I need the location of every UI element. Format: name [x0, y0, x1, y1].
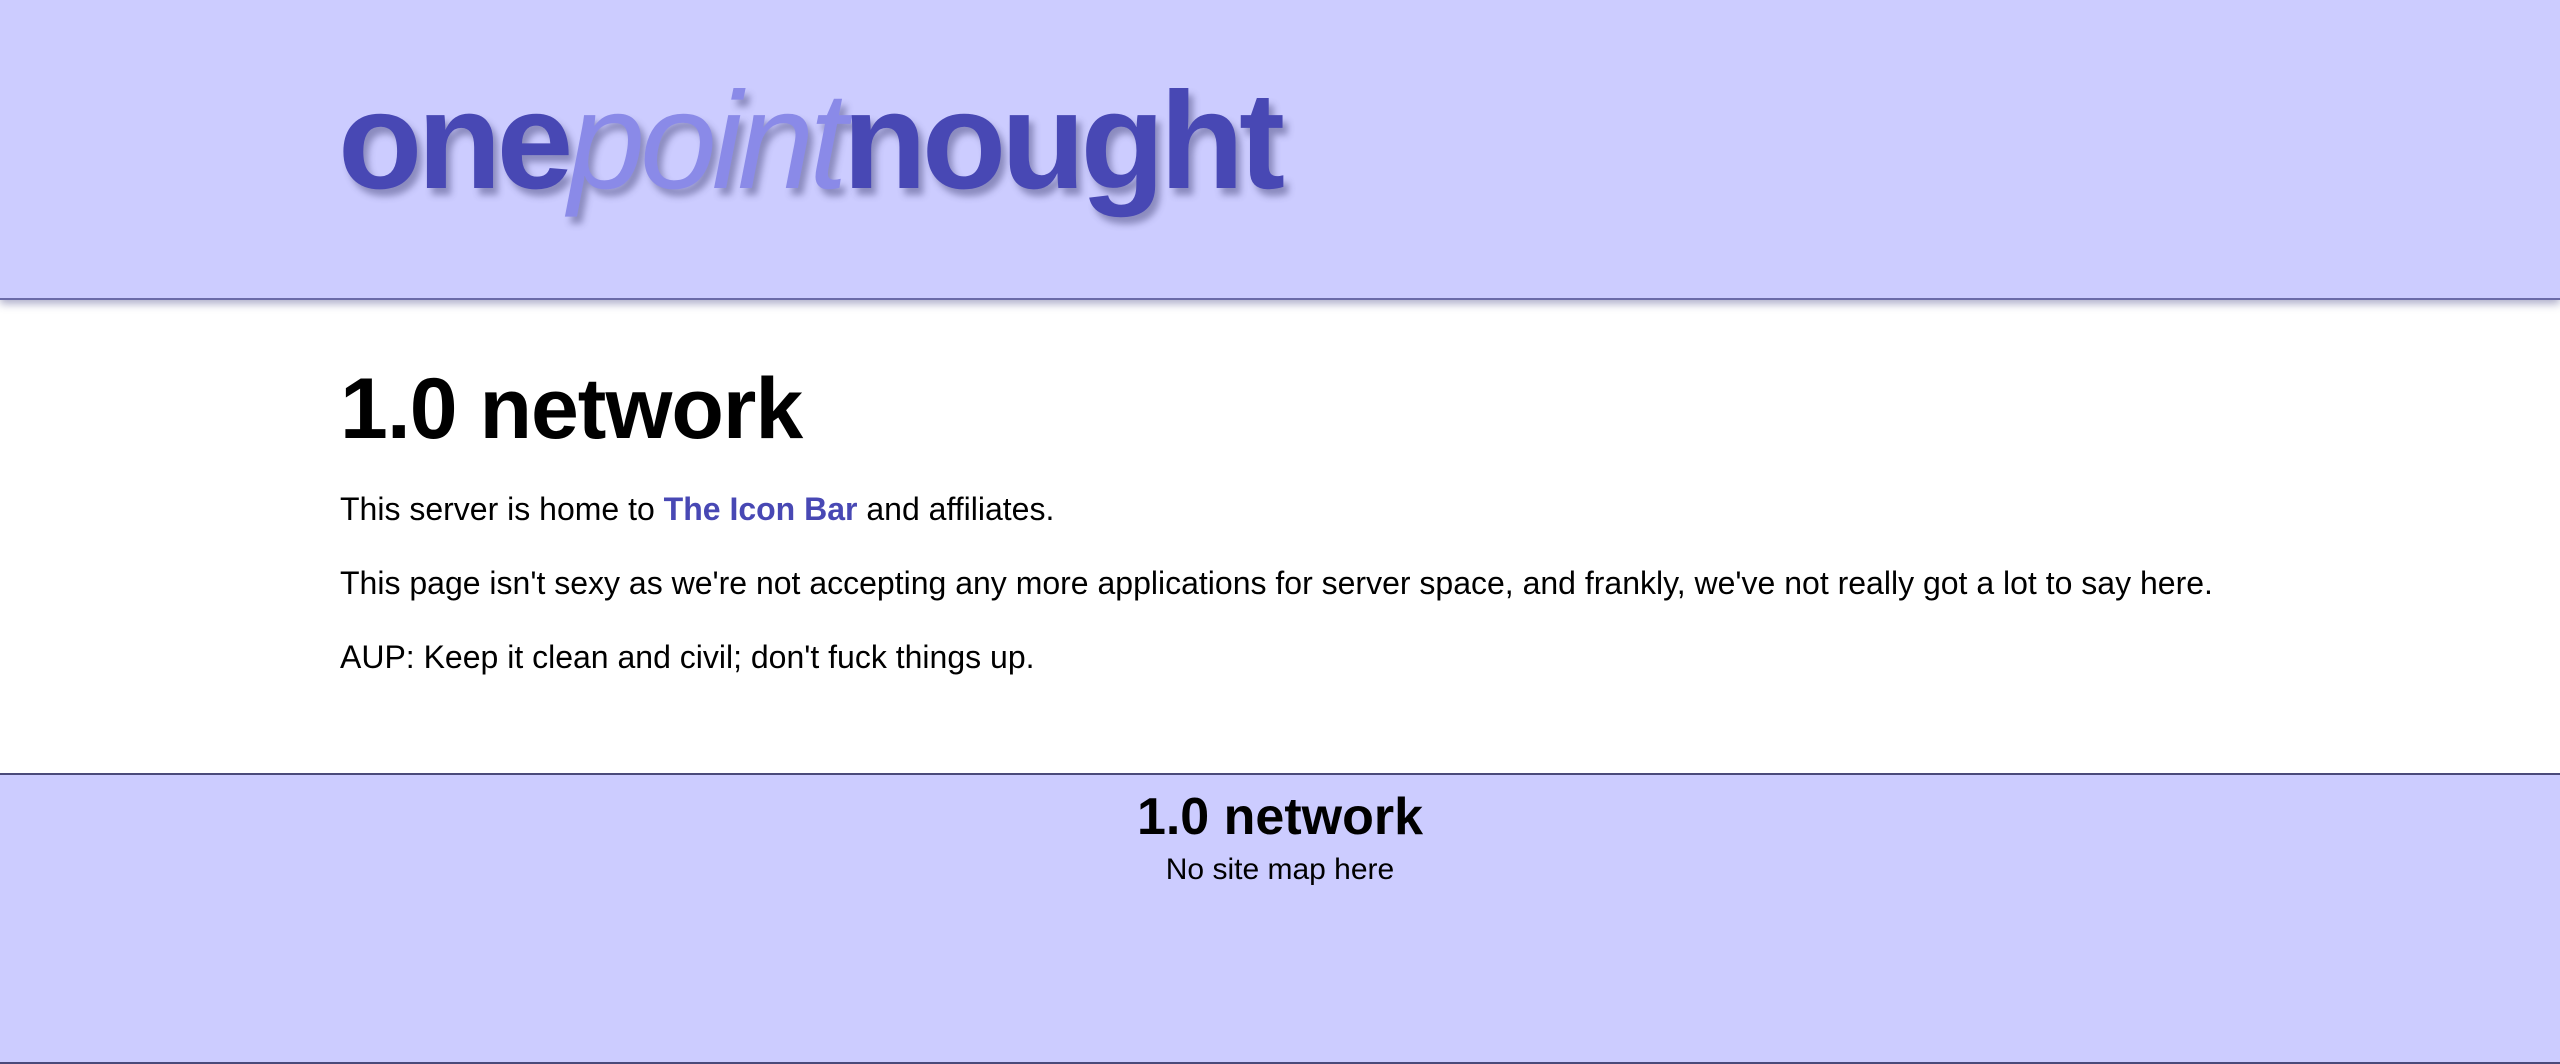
site-footer: 1.0 network No site map here	[0, 773, 2560, 1064]
info-paragraph: This page isn't sexy as we're not accept…	[340, 565, 2213, 601]
icon-bar-link[interactable]: The Icon Bar	[664, 491, 858, 527]
page-title: 1.0 network	[340, 361, 803, 457]
site-header: onepointnought	[0, 0, 2560, 300]
site-logo[interactable]: onepointnought	[338, 64, 1285, 218]
aup-paragraph: AUP: Keep it clean and civil; don't fuck…	[340, 639, 1035, 675]
intro-text-after: and affiliates.	[857, 491, 1055, 527]
footer-sitemap-note: No site map here	[1165, 853, 1395, 887]
intro-text-before: This server is home to	[340, 491, 664, 527]
logo-part-nought: nought	[842, 64, 1285, 218]
main-content: 1.0 network This server is home to The I…	[340, 300, 2340, 675]
logo-part-point: point	[568, 64, 847, 218]
footer-title: 1.0 network	[1136, 788, 1424, 846]
intro-paragraph: This server is home to The Icon Bar and …	[340, 490, 1054, 528]
logo-part-one: one	[338, 64, 573, 218]
